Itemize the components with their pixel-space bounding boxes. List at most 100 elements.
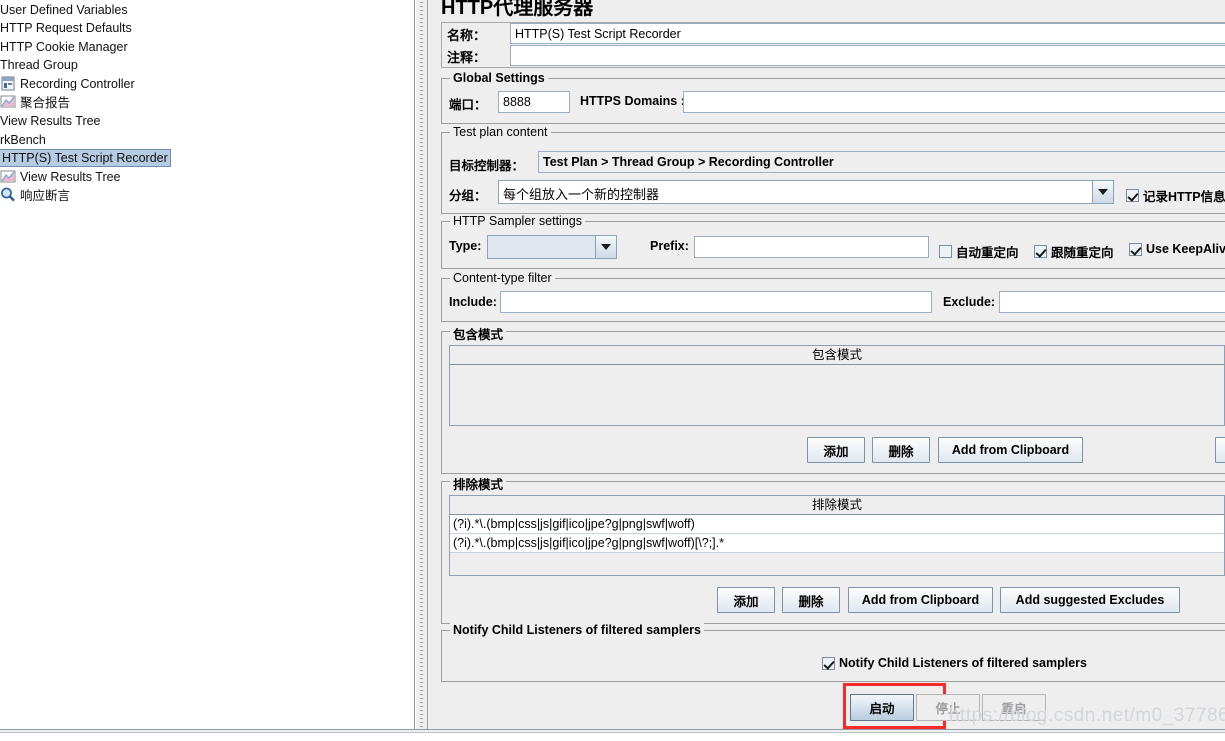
tree-item-label: View Results Tree: [0, 114, 101, 129]
tree-item[interactable]: rkBench: [0, 130, 414, 149]
add-suggested-excludes-button[interactable]: Add suggested Excludes: [1000, 587, 1180, 613]
notify-child-listeners-group: Notify Child Listeners of filtered sampl…: [441, 623, 1225, 682]
include-label: Include:: [449, 295, 497, 309]
tree-item[interactable]: HTTP Cookie Manager: [0, 37, 414, 56]
follow-redirect-label: 跟随重定向: [1051, 246, 1114, 260]
content-exclude-input[interactable]: [999, 291, 1225, 313]
tree-item-label: Recording Controller: [20, 77, 135, 92]
checkbox-box: [1034, 245, 1047, 258]
name-row: 名称： HTTP(S) Test Script Recorder: [442, 23, 1225, 45]
checkbox-box: [1129, 242, 1142, 256]
bottom-strip-inner: [0, 732, 1225, 741]
tree-item-label: 响应断言: [20, 188, 71, 203]
comment-label: 注释：: [447, 50, 487, 65]
content-type-filter-group: Content-type filter Include: Exclude:: [441, 271, 1225, 322]
https-domains-label: HTTPS Domains :: [580, 94, 685, 108]
tree-item[interactable]: 响应断言: [0, 186, 414, 205]
http-proxy-server-panel: HTTP代理服务器 名称： HTTP(S) Test Script Record…: [429, 0, 1225, 729]
tree-item-label: User Defined Variables: [0, 2, 128, 17]
pattern-row[interactable]: (?i).*\.(bmp|css|js|gif|ico|jpe?g|png|sw…: [450, 515, 1224, 534]
exclude-add-from-clipboard-button[interactable]: Add from Clipboard: [848, 587, 993, 613]
include-patterns-body[interactable]: [450, 365, 1224, 425]
exclude-add-button[interactable]: 添加: [717, 587, 775, 613]
divider-grip-icon: [420, 2, 423, 727]
checkbox-box: [1126, 189, 1139, 202]
tree-item[interactable]: View Results Tree: [0, 112, 414, 131]
test-plan-content-title: Test plan content: [450, 125, 551, 139]
tree-item-label: HTTP(S) Test Script Recorder: [0, 149, 171, 168]
grouping-label: 分组：: [449, 189, 487, 203]
content-include-input[interactable]: [500, 291, 932, 313]
pattern-row[interactable]: (?i).*\.(bmp|css|js|gif|ico|jpe?g|png|sw…: [450, 534, 1224, 553]
name-input[interactable]: HTTP(S) Test Script Recorder: [510, 23, 1225, 44]
test-plan-tree[interactable]: User Defined Variables HTTP Request Defau…: [0, 0, 415, 729]
response-assertion-icon: [0, 187, 16, 202]
use-keepalive-label: Use KeepAlive: [1146, 242, 1225, 256]
exclude-patterns-body[interactable]: (?i).*\.(bmp|css|js|gif|ico|jpe?g|png|sw…: [450, 515, 1224, 575]
auto-redirect-checkbox[interactable]: 自动重定向: [939, 242, 1019, 261]
tree-item-label: rkBench: [0, 132, 46, 147]
name-comment-box: 名称： HTTP(S) Test Script Recorder 注释：: [441, 22, 1225, 68]
window-bottom-strip: [0, 729, 1225, 741]
tree-item-label: HTTP Cookie Manager: [0, 39, 128, 54]
grouping-combo[interactable]: 每个组放入一个新的控制器: [498, 180, 1114, 204]
tree-item[interactable]: Recording Controller: [0, 74, 414, 93]
start-button[interactable]: 启动: [850, 694, 914, 721]
view-results-tree-icon: [0, 169, 16, 184]
port-label: 端口：: [449, 98, 487, 112]
include-add-from-clipboard-button[interactable]: Add from Clipboard: [938, 437, 1083, 463]
follow-redirect-checkbox[interactable]: 跟随重定向: [1034, 242, 1114, 261]
tree-item[interactable]: 聚合报告: [0, 93, 414, 112]
include-delete-button[interactable]: 删除: [872, 437, 930, 463]
port-input[interactable]: 8888: [498, 91, 570, 113]
exclude-patterns-title: 排除模式: [450, 474, 507, 493]
chevron-down-icon[interactable]: [1093, 181, 1113, 203]
exclude-delete-button[interactable]: 删除: [782, 587, 840, 613]
content-type-filter-title: Content-type filter: [450, 271, 555, 285]
grouping-combo-value: 每个组放入一个新的控制器: [499, 181, 1093, 203]
include-add-button[interactable]: 添加: [807, 437, 865, 463]
prefix-label: Prefix:: [650, 239, 689, 253]
tree-item-label: Thread Group: [0, 58, 78, 73]
exclude-label: Exclude:: [943, 295, 996, 309]
watermark-text: https://blog.csdn.net/m0_37786014: [949, 705, 1225, 726]
tree-item[interactable]: HTTP(S) Test Script Recorder: [0, 149, 414, 168]
exclude-patterns-column-header: 排除模式: [450, 496, 1224, 515]
prefix-input[interactable]: [694, 236, 929, 258]
https-domains-input[interactable]: [683, 91, 1225, 113]
tree-item-label: 聚合报告: [20, 95, 71, 110]
tree-item-label: HTTP Request Defaults: [0, 21, 132, 36]
checkbox-box: [822, 656, 835, 670]
type-label: Type:: [449, 239, 482, 253]
type-combo[interactable]: [487, 235, 617, 259]
use-keepalive-checkbox[interactable]: Use KeepAlive: [1129, 242, 1225, 256]
http-sampler-settings-title: HTTP Sampler settings: [450, 214, 585, 228]
chevron-down-icon[interactable]: [596, 236, 616, 258]
tree-item[interactable]: HTTP Request Defaults: [0, 19, 414, 38]
tree-item[interactable]: Thread Group: [0, 56, 414, 75]
global-settings-group: Global Settings 端口： 8888 HTTPS Domains :: [441, 71, 1225, 124]
capture-http-headers-checkbox[interactable]: 记录HTTP信息头: [1126, 186, 1225, 205]
auto-redirect-label: 自动重定向: [956, 246, 1019, 260]
comment-input[interactable]: [510, 45, 1225, 66]
tree-item[interactable]: View Results Tree: [0, 167, 414, 186]
recording-controller-icon: [0, 76, 16, 91]
notify-child-listeners-title: Notify Child Listeners of filtered sampl…: [450, 623, 704, 637]
name-label: 名称：: [447, 28, 487, 43]
notify-child-listeners-label: Notify Child Listeners of filtered sampl…: [839, 656, 1087, 670]
notify-child-listeners-checkbox[interactable]: Notify Child Listeners of filtered sampl…: [822, 656, 1087, 670]
page-title: HTTP代理服务器: [441, 0, 594, 19]
comment-row: 注释：: [442, 45, 1225, 67]
tree-item[interactable]: User Defined Variables: [0, 0, 414, 19]
include-patterns-title: 包含模式: [450, 324, 507, 343]
include-patterns-group: 包含模式 包含模式 添加 删除 Add from Clipboard: [441, 324, 1225, 474]
exclude-patterns-table[interactable]: 排除模式 (?i).*\.(bmp|css|js|gif|ico|jpe?g|p…: [449, 495, 1225, 576]
aggregate-report-icon: [0, 94, 16, 109]
split-pane-divider[interactable]: [415, 0, 428, 729]
test-plan-content-group: Test plan content 目标控制器： Test Plan > Thr…: [441, 125, 1225, 214]
target-controller-label: 目标控制器：: [449, 159, 525, 173]
capture-http-headers-label: 记录HTTP信息头: [1143, 190, 1225, 204]
http-sampler-settings-group: HTTP Sampler settings Type: Prefix: 自动重定…: [441, 214, 1225, 269]
include-patterns-table[interactable]: 包含模式: [449, 345, 1225, 426]
exclude-patterns-group: 排除模式 排除模式 (?i).*\.(bmp|css|js|gif|ico|jp…: [441, 474, 1225, 624]
